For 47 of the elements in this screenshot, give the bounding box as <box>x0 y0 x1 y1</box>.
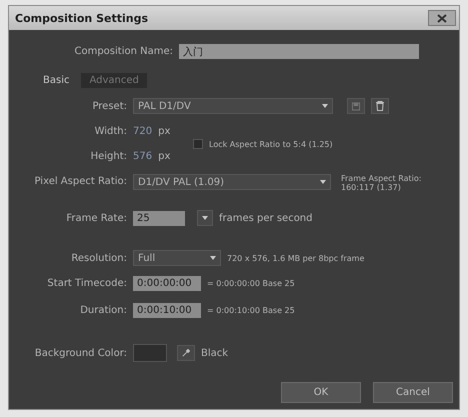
field-label: Background Color: <box>34 348 127 358</box>
frame-rate-dropdown[interactable] <box>197 210 213 226</box>
caret-icon <box>322 104 328 108</box>
field-label: Composition Name: <box>73 46 173 57</box>
trash-icon <box>376 101 384 111</box>
timecode-info: = 0:00:00:00 Base 25 <box>207 279 295 288</box>
width-value: 720 <box>133 126 152 137</box>
caret-icon <box>210 256 216 260</box>
name-field[interactable]: 入门 <box>179 44 419 59</box>
unit-label: px <box>158 151 170 162</box>
field-label: Pixel Aspect Ratio: <box>34 176 127 187</box>
frame-aspect-label: Frame Aspect Ratio: <box>341 174 422 183</box>
cancel-button[interactable]: Cancel <box>373 382 453 403</box>
preset-dropdown[interactable]: PAL D1/DV <box>133 98 333 114</box>
height-value: 576 <box>133 151 152 162</box>
color-name: Black <box>201 348 228 358</box>
checkbox-label: Lock Aspect Ratio to 5:4 (1.25) <box>209 140 333 148</box>
timecode-info: = 0:00:10:00 Base 25 <box>207 306 295 315</box>
field-label: Start Timecode: <box>46 278 127 289</box>
eyedropper-button[interactable] <box>177 345 195 361</box>
start-timecode-field[interactable]: 0:00:00:00 <box>133 276 201 291</box>
eyedropper-icon <box>182 348 190 358</box>
window-title: Composition Settings <box>15 12 148 24</box>
close-button[interactable] <box>428 10 456 26</box>
field-label: Preset: <box>91 100 127 112</box>
pixel-aspect-dropdown[interactable]: D1/DV PAL (1.09) <box>133 174 331 190</box>
lock-aspect-checkbox[interactable] <box>193 139 203 149</box>
field-label: Width: <box>94 126 127 137</box>
unit-label: frames per second <box>219 212 312 224</box>
unit-label: px <box>158 126 170 137</box>
delete-preset-button[interactable] <box>371 98 389 114</box>
duration-field[interactable]: 0:00:10:00 <box>133 303 201 318</box>
caret-icon <box>320 180 326 184</box>
field-label: Frame Rate: <box>65 212 127 224</box>
frame-rate-field[interactable]: 25 <box>133 210 185 226</box>
field-label: Height: <box>90 151 127 162</box>
tab[interactable]: Advanced <box>81 73 147 88</box>
field-label: Resolution: <box>70 252 127 264</box>
tab[interactable]: Basic <box>35 73 78 88</box>
ok-button[interactable]: OK <box>281 382 361 403</box>
close-icon <box>437 14 447 22</box>
resolution-info: 720 x 576, 1.6 MB per 8bpc frame <box>227 254 364 262</box>
caret-icon <box>202 216 208 220</box>
frame-aspect-value: 160:117 (1.37) <box>341 183 402 192</box>
resolution-dropdown[interactable]: Full <box>133 250 221 266</box>
field-label: Duration: <box>79 305 127 316</box>
color-swatch[interactable] <box>133 344 167 362</box>
